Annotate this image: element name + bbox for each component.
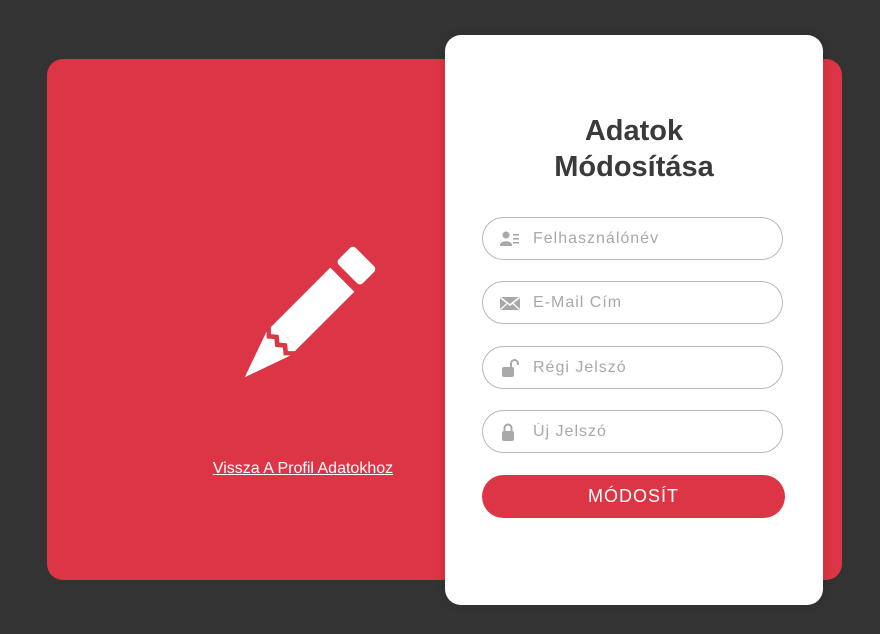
back-to-profile-link[interactable]: Vissza A Profil Adatokhoz (211, 460, 395, 478)
form-title: Adatok Módosítása (445, 113, 823, 185)
form-title-line2: Módosítása (554, 151, 714, 183)
unlock-icon (502, 359, 519, 377)
old-password-input[interactable] (533, 347, 768, 388)
lock-icon (502, 423, 514, 441)
pencil-icon (244, 246, 376, 378)
username-field-group (482, 217, 783, 260)
edit-data-form-card: Adatok Módosítása Felhasználónév E-Mail … (445, 35, 823, 605)
username-input[interactable] (533, 218, 768, 259)
new-password-input[interactable] (533, 411, 768, 452)
email-input[interactable] (533, 282, 768, 323)
user-card-icon (500, 231, 519, 246)
envelope-icon (500, 296, 520, 310)
email-field-group (482, 281, 783, 324)
submit-button[interactable]: MÓDOSÍT (482, 475, 785, 518)
new-password-field-group (482, 410, 783, 453)
old-password-field-group (482, 346, 783, 389)
form-title-line1: Adatok (584, 115, 684, 147)
